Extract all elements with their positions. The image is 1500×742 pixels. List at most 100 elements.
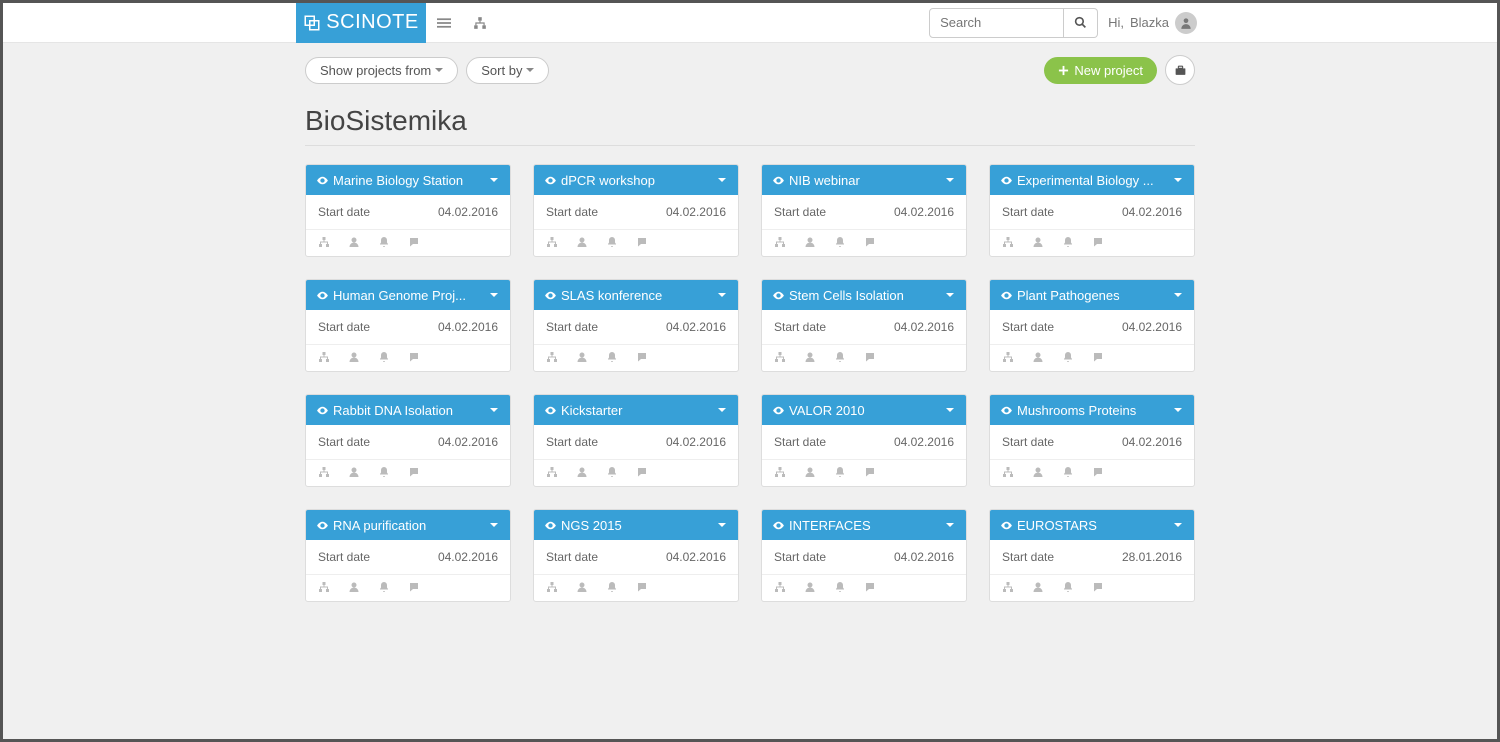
tree-icon[interactable] <box>1002 351 1014 363</box>
search-button[interactable] <box>1064 8 1098 38</box>
bell-icon[interactable] <box>834 581 846 593</box>
project-card-header[interactable]: SLAS konference <box>534 280 738 310</box>
bell-icon[interactable] <box>378 351 390 363</box>
bell-icon[interactable] <box>834 236 846 248</box>
project-menu-dropdown[interactable] <box>942 523 958 527</box>
project-menu-dropdown[interactable] <box>486 523 502 527</box>
user-icon[interactable] <box>804 466 816 478</box>
comment-icon[interactable] <box>1092 351 1104 363</box>
tree-icon[interactable] <box>1002 581 1014 593</box>
user-icon[interactable] <box>804 351 816 363</box>
bell-icon[interactable] <box>606 236 618 248</box>
tree-icon[interactable] <box>1002 466 1014 478</box>
user-icon[interactable] <box>1032 351 1044 363</box>
project-menu-dropdown[interactable] <box>714 178 730 182</box>
bell-icon[interactable] <box>606 581 618 593</box>
tree-icon[interactable] <box>546 466 558 478</box>
tree-icon[interactable] <box>774 581 786 593</box>
project-menu-dropdown[interactable] <box>942 178 958 182</box>
bell-icon[interactable] <box>1062 351 1074 363</box>
bell-icon[interactable] <box>834 351 846 363</box>
comment-icon[interactable] <box>1092 236 1104 248</box>
comment-icon[interactable] <box>864 466 876 478</box>
user-icon[interactable] <box>576 236 588 248</box>
tree-icon[interactable] <box>318 466 330 478</box>
comment-icon[interactable] <box>408 466 420 478</box>
bell-icon[interactable] <box>1062 466 1074 478</box>
bell-icon[interactable] <box>606 466 618 478</box>
project-menu-dropdown[interactable] <box>1170 178 1186 182</box>
tree-button[interactable] <box>462 3 498 43</box>
project-menu-dropdown[interactable] <box>486 293 502 297</box>
project-card-header[interactable]: Plant Pathogenes <box>990 280 1194 310</box>
user-icon[interactable] <box>1032 581 1044 593</box>
tree-icon[interactable] <box>546 351 558 363</box>
tree-icon[interactable] <box>546 581 558 593</box>
search-input[interactable] <box>929 8 1064 38</box>
project-card-header[interactable]: Experimental Biology ... <box>990 165 1194 195</box>
bell-icon[interactable] <box>1062 581 1074 593</box>
project-menu-dropdown[interactable] <box>942 408 958 412</box>
tree-icon[interactable] <box>318 236 330 248</box>
comment-icon[interactable] <box>864 581 876 593</box>
comment-icon[interactable] <box>636 236 648 248</box>
comment-icon[interactable] <box>636 351 648 363</box>
project-menu-dropdown[interactable] <box>714 408 730 412</box>
user-icon[interactable] <box>348 581 360 593</box>
comment-icon[interactable] <box>636 581 648 593</box>
user-icon[interactable] <box>576 466 588 478</box>
bell-icon[interactable] <box>378 236 390 248</box>
user-icon[interactable] <box>348 466 360 478</box>
sort-dropdown[interactable]: Sort by <box>466 57 549 84</box>
user-icon[interactable] <box>1032 466 1044 478</box>
project-card-header[interactable]: Rabbit DNA Isolation <box>306 395 510 425</box>
bell-icon[interactable] <box>834 466 846 478</box>
project-menu-dropdown[interactable] <box>1170 523 1186 527</box>
project-menu-dropdown[interactable] <box>714 293 730 297</box>
project-card-header[interactable]: NGS 2015 <box>534 510 738 540</box>
project-card-header[interactable]: Marine Biology Station <box>306 165 510 195</box>
bell-icon[interactable] <box>1062 236 1074 248</box>
bell-icon[interactable] <box>378 466 390 478</box>
project-card-header[interactable]: VALOR 2010 <box>762 395 966 425</box>
project-card-header[interactable]: Stem Cells Isolation <box>762 280 966 310</box>
user-icon[interactable] <box>576 581 588 593</box>
tree-icon[interactable] <box>318 351 330 363</box>
project-menu-dropdown[interactable] <box>486 178 502 182</box>
project-card-header[interactable]: EUROSTARS <box>990 510 1194 540</box>
project-menu-dropdown[interactable] <box>942 293 958 297</box>
project-menu-dropdown[interactable] <box>486 408 502 412</box>
user-icon[interactable] <box>804 236 816 248</box>
user-icon[interactable] <box>804 581 816 593</box>
tree-icon[interactable] <box>1002 236 1014 248</box>
comment-icon[interactable] <box>1092 581 1104 593</box>
comment-icon[interactable] <box>1092 466 1104 478</box>
project-card-header[interactable]: Kickstarter <box>534 395 738 425</box>
user-icon[interactable] <box>576 351 588 363</box>
user-icon[interactable] <box>1032 236 1044 248</box>
user-greeting[interactable]: Hi, Blazka <box>1108 12 1197 34</box>
project-menu-dropdown[interactable] <box>1170 293 1186 297</box>
new-project-button[interactable]: New project <box>1044 57 1157 84</box>
bell-icon[interactable] <box>606 351 618 363</box>
brand-logo[interactable]: SCINOTE <box>296 3 426 43</box>
tree-icon[interactable] <box>774 466 786 478</box>
project-card-header[interactable]: Mushrooms Proteins <box>990 395 1194 425</box>
tree-icon[interactable] <box>546 236 558 248</box>
archive-button[interactable] <box>1165 55 1195 85</box>
project-menu-dropdown[interactable] <box>714 523 730 527</box>
comment-icon[interactable] <box>408 581 420 593</box>
project-card-header[interactable]: dPCR workshop <box>534 165 738 195</box>
comment-icon[interactable] <box>636 466 648 478</box>
user-icon[interactable] <box>348 351 360 363</box>
bell-icon[interactable] <box>378 581 390 593</box>
project-card-header[interactable]: NIB webinar <box>762 165 966 195</box>
tree-icon[interactable] <box>774 351 786 363</box>
project-card-header[interactable]: RNA purification <box>306 510 510 540</box>
menu-button[interactable] <box>426 3 462 43</box>
comment-icon[interactable] <box>864 236 876 248</box>
project-menu-dropdown[interactable] <box>1170 408 1186 412</box>
project-card-header[interactable]: INTERFACES <box>762 510 966 540</box>
comment-icon[interactable] <box>408 236 420 248</box>
tree-icon[interactable] <box>318 581 330 593</box>
